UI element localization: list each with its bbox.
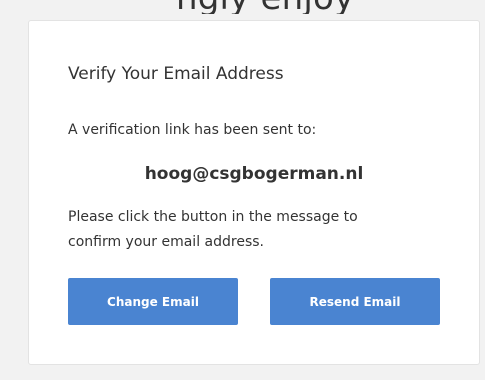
verification-sent-text: A verification link has been sent to: [68, 122, 317, 138]
card-title: Verify Your Email Address [68, 64, 284, 84]
cropped-header-label: ngly enjoy [176, 0, 354, 14]
cropped-header-text: ngly enjoy [0, 0, 485, 14]
verify-email-card: Verify Your Email Address A verification… [28, 20, 480, 365]
change-email-button[interactable]: Change Email [68, 278, 238, 325]
email-address: hoog@csgbogerman.nl [144, 164, 364, 184]
instructions-text: Please click the button in the message t… [68, 209, 358, 250]
resend-email-button[interactable]: Resend Email [270, 278, 440, 325]
